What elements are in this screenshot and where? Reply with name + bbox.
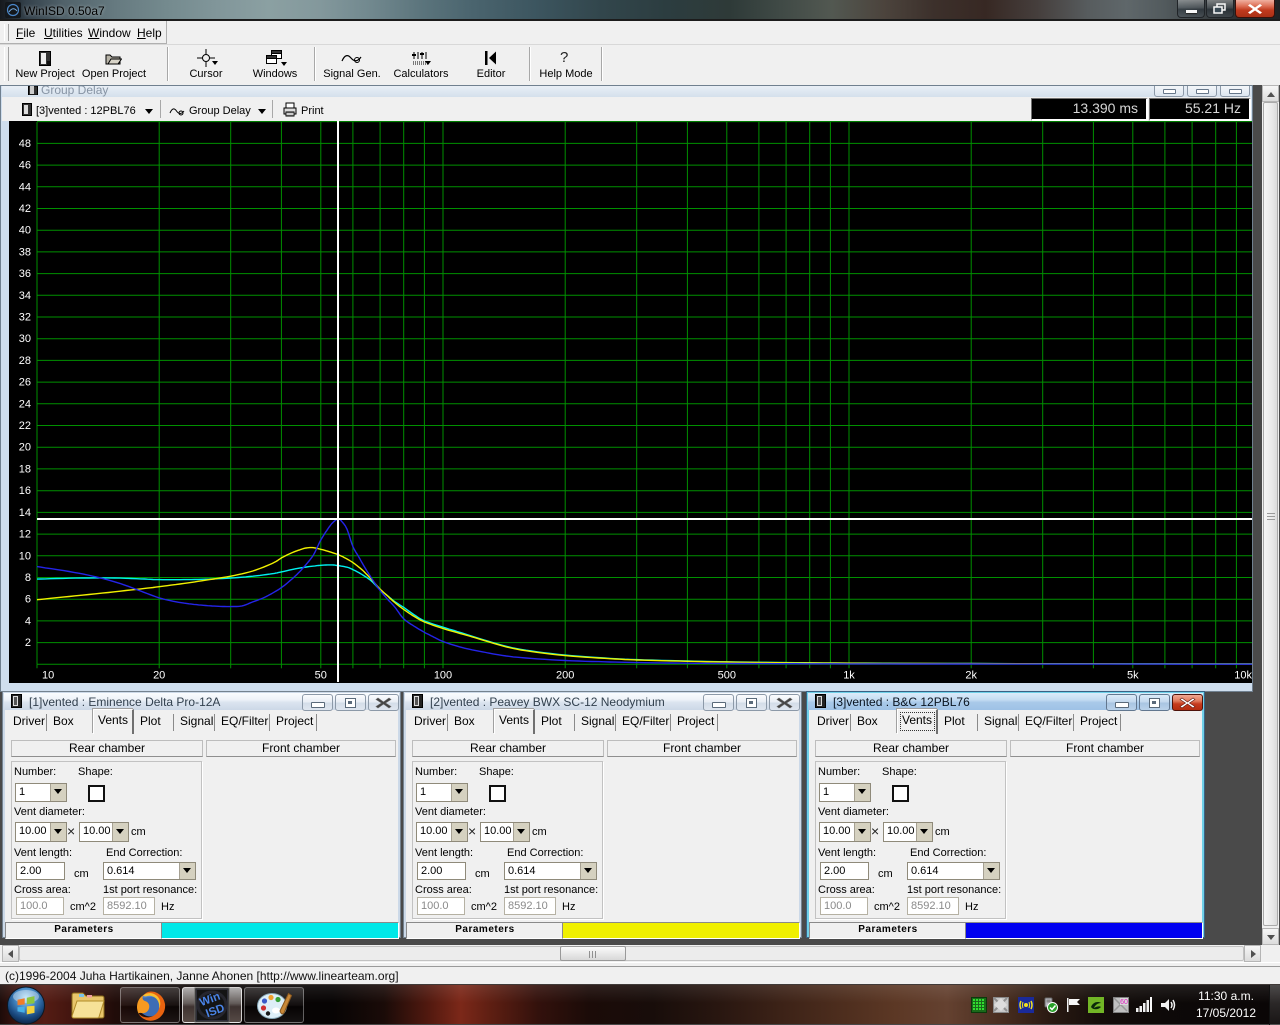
- svg-text:14: 14: [19, 507, 31, 519]
- svg-text:44: 44: [19, 181, 31, 193]
- svg-text:2k: 2k: [965, 669, 977, 681]
- svg-text:12: 12: [19, 529, 31, 541]
- svg-text:60: 60: [1120, 999, 1128, 1006]
- svg-text:20: 20: [19, 442, 31, 454]
- svg-text:8: 8: [25, 572, 31, 584]
- svg-text:34: 34: [19, 290, 31, 302]
- svg-text:28: 28: [19, 355, 31, 367]
- svg-text:48: 48: [19, 138, 31, 150]
- svg-text:42: 42: [19, 203, 31, 215]
- svg-text:18: 18: [19, 463, 31, 475]
- svg-text:30: 30: [19, 333, 31, 345]
- svg-text:40: 40: [19, 225, 31, 237]
- svg-text:36: 36: [19, 268, 31, 280]
- svg-text:5k: 5k: [1127, 669, 1139, 681]
- svg-text:16: 16: [19, 485, 31, 497]
- svg-text:22: 22: [19, 420, 31, 432]
- svg-text:26: 26: [19, 377, 31, 389]
- svg-text:10: 10: [19, 550, 31, 562]
- svg-text:46: 46: [19, 160, 31, 172]
- svg-text:6: 6: [25, 594, 31, 606]
- svg-text:10: 10: [42, 669, 54, 681]
- svg-text:10k: 10k: [1234, 669, 1252, 681]
- svg-text:500: 500: [718, 669, 736, 681]
- svg-text:1k: 1k: [843, 669, 855, 681]
- svg-text:100: 100: [434, 669, 452, 681]
- svg-text:4: 4: [25, 615, 31, 627]
- svg-text:32: 32: [19, 312, 31, 324]
- svg-text:24: 24: [19, 398, 31, 410]
- svg-text:200: 200: [556, 669, 574, 681]
- svg-text:2: 2: [25, 637, 31, 649]
- svg-text:20: 20: [153, 669, 165, 681]
- svg-text:38: 38: [19, 246, 31, 258]
- svg-text:50: 50: [315, 669, 327, 681]
